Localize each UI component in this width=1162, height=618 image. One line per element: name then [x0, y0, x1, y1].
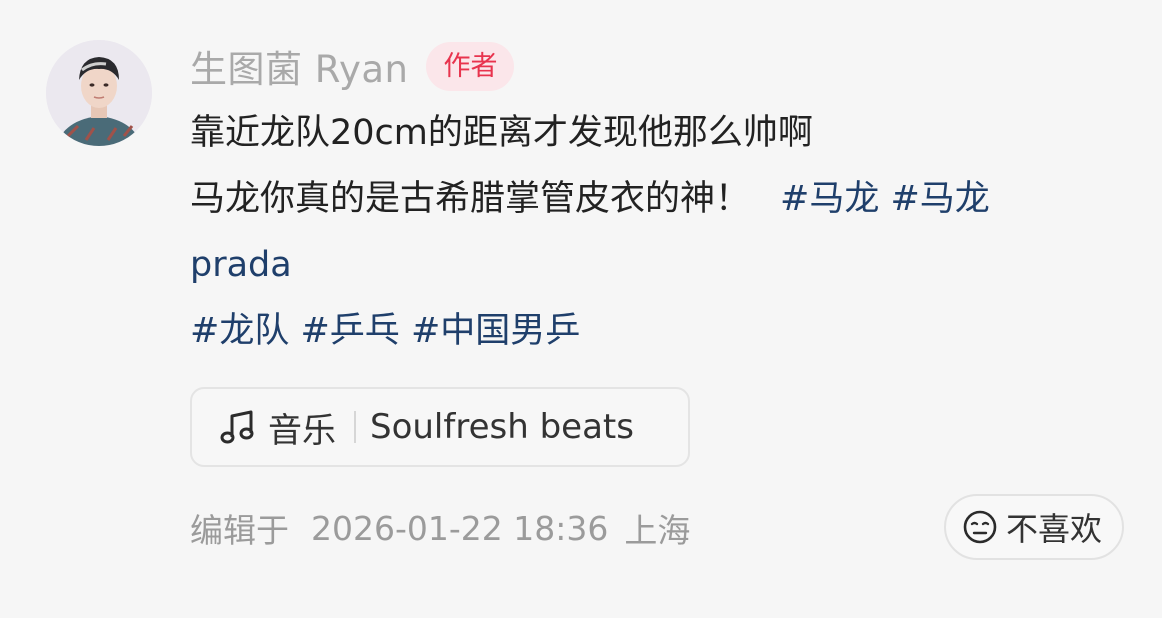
author-row: 生图菌 Ryan 作者 [190, 38, 515, 94]
hashtag-link[interactable]: #马龙 [780, 179, 879, 219]
hashtag-link-continuation[interactable]: prada [190, 232, 1130, 298]
profile-photo [46, 40, 152, 146]
post-content: 靠近龙队20cm的距离才发现他那么帅啊 马龙你真的是古希腊掌管皮衣的神！ #马龙 … [190, 100, 1130, 364]
post-line-2: 马龙你真的是古希腊掌管皮衣的神！ #马龙 #马龙 [190, 166, 1130, 232]
hashtag-link[interactable]: #马龙 [890, 179, 989, 219]
hashtag-link[interactable]: #中国男乒 [411, 311, 580, 351]
edited-label: 编辑于 [190, 511, 289, 550]
post-location: 上海 [624, 511, 691, 550]
neutral-face-icon [962, 509, 998, 545]
music-label: 音乐 [268, 410, 336, 451]
hashtag-link[interactable]: #乒乓 [300, 311, 399, 351]
post-line-4: #龙队 #乒乓 #中国男乒 [190, 298, 1130, 364]
author-name[interactable]: 生图菌 Ryan [190, 39, 408, 93]
avatar[interactable] [46, 40, 152, 146]
hashtag-link[interactable]: #龙队 [190, 311, 289, 351]
music-track-name: Soulfresh beats [370, 407, 634, 447]
music-note-icon [218, 407, 258, 447]
dislike-button[interactable]: 不喜欢 [944, 494, 1124, 560]
music-chip[interactable]: 音乐 Soulfresh beats [190, 387, 690, 467]
post-meta: 编辑于 2026-01-22 18:36 上海 [190, 505, 690, 551]
dislike-label: 不喜欢 [1006, 510, 1103, 548]
author-badge: 作者 [426, 41, 515, 91]
post-line-2-text: 马龙你真的是古希腊掌管皮衣的神！ [190, 179, 751, 219]
post-date: 2026-01-22 18:36 [311, 508, 609, 548]
music-divider [354, 411, 356, 443]
post-line-1: 靠近龙队20cm的距离才发现他那么帅啊 [190, 113, 813, 153]
